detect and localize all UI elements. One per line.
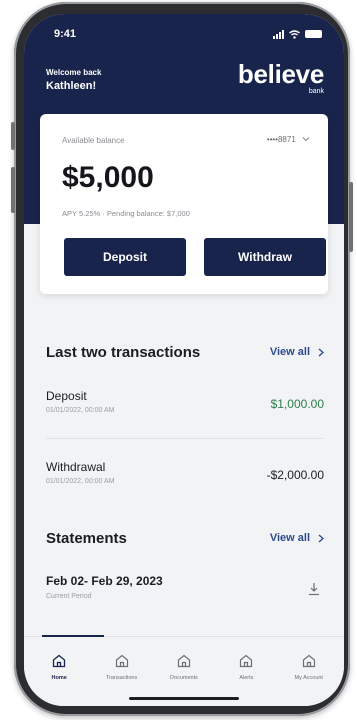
home-indicator <box>129 697 239 700</box>
side-button <box>349 182 353 252</box>
statement-row[interactable]: Feb 02- Feb 29, 2023 Current Period <box>46 574 324 600</box>
available-balance-label: Available balance <box>62 136 125 145</box>
transactions-view-all-link[interactable]: View all <box>270 346 324 358</box>
home-icon <box>302 654 315 668</box>
tab-my-account[interactable]: My Account <box>281 637 337 706</box>
tab-label: Home <box>51 675 67 681</box>
tab-transactions[interactable]: Transactions <box>94 637 150 706</box>
bank-logo: believe bank <box>238 61 324 95</box>
tab-home[interactable]: Home <box>31 637 87 706</box>
tab-alerts[interactable]: Alerts <box>218 637 274 706</box>
tab-label: My Account <box>294 675 323 681</box>
cellular-signal-icon <box>273 29 284 39</box>
transaction-row[interactable]: Withdrawal 01/01/2022, 00:00 AM -$2,000.… <box>46 460 324 518</box>
statement-period: Feb 02- Feb 29, 2023 <box>46 574 163 588</box>
download-icon[interactable] <box>308 582 320 596</box>
chevron-right-icon <box>318 533 324 543</box>
row-divider <box>46 438 324 439</box>
transaction-date: 01/01/2022, 00:00 AM <box>46 407 115 414</box>
balance-card: Available balance ••••8871 $5,000 APY 5.… <box>40 114 328 294</box>
transaction-amount: $1,000.00 <box>270 397 324 411</box>
status-time: 9:41 <box>54 28 77 40</box>
statements-view-all-link[interactable]: View all <box>270 532 324 544</box>
home-icon <box>240 654 253 668</box>
withdraw-button[interactable]: Withdraw <box>204 238 326 276</box>
transactions-title: Last two transactions <box>46 344 201 361</box>
transaction-date: 01/01/2022, 00:00 AM <box>46 478 115 485</box>
chevron-right-icon <box>318 347 324 357</box>
home-icon <box>115 654 128 668</box>
tab-label: Transactions <box>105 675 138 681</box>
bank-logo-sub: bank <box>308 88 324 95</box>
home-icon <box>177 654 191 668</box>
side-button <box>11 167 15 213</box>
side-button <box>11 122 15 150</box>
bank-logo-word: believe <box>237 59 324 89</box>
tab-label: Documents <box>170 675 198 681</box>
app-screen: 9:41 Welcome back Kathleen! believe bank <box>24 14 344 706</box>
wifi-icon <box>289 29 300 39</box>
statements-title: Statements <box>46 530 127 547</box>
chevron-down-icon <box>302 137 310 142</box>
battery-icon <box>305 30 322 38</box>
transaction-amount: -$2,000.00 <box>266 468 324 482</box>
account-selector[interactable]: ••••8871 <box>267 135 310 144</box>
view-all-label: View all <box>269 346 310 358</box>
statement-period-label: Current Period <box>46 593 92 600</box>
status-bar: 9:41 <box>54 26 322 42</box>
balance-amount: $5,000 <box>62 161 154 194</box>
welcome-label: Welcome back <box>46 68 102 77</box>
deposit-button[interactable]: Deposit <box>64 238 186 276</box>
user-name: Kathleen! <box>46 80 97 92</box>
active-tab-indicator <box>42 635 104 637</box>
bottom-tab-bar: Home Transactions Documents Alerts My Ac… <box>24 635 344 706</box>
tab-label: Alerts <box>239 675 254 681</box>
home-icon <box>53 654 66 668</box>
transaction-name: Deposit <box>46 389 87 403</box>
tab-documents[interactable]: Documents <box>156 637 212 706</box>
view-all-label: View all <box>269 532 310 544</box>
apy-pending-text: APY 5.25% · Pending balance: $7,000 <box>62 209 190 218</box>
transaction-name: Withdrawal <box>46 460 106 474</box>
account-number: ••••8871 <box>266 135 296 144</box>
